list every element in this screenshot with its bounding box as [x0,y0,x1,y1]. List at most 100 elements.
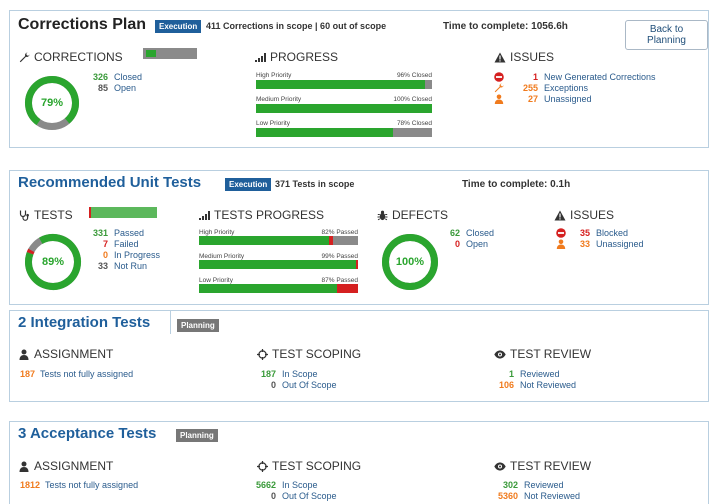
tests-heading-label: TESTS [34,208,73,222]
open-label[interactable]: Open [466,239,488,249]
progress-fill [199,284,338,293]
defects-closed-stat[interactable]: 62 Closed [438,228,494,238]
user-icon [18,349,30,360]
issue-new-generated[interactable]: 1 New Generated Corrections [494,72,656,82]
out-of-scope-stat[interactable]: 0 Out Of Scope [250,380,337,390]
warning-icon [494,52,506,63]
issue-label[interactable]: New Generated Corrections [544,72,656,82]
not-assigned-stat[interactable]: 1812 Tests not fully assigned [20,480,138,490]
in-scope-count: 187 [260,369,276,379]
not-assigned-count: 187 [20,369,36,379]
back-to-planning-button[interactable]: Back to Planning [625,20,708,50]
defects-heading: DEFECTS [376,208,448,222]
reviewed-label[interactable]: Reviewed [520,369,560,379]
not-reviewed-stat[interactable]: 5360 Not Reviewed [488,491,580,501]
issue-count: 33 [579,239,590,249]
progress-fill [256,128,394,137]
issue-label[interactable]: Unassigned [544,94,592,104]
not-assigned-count: 1812 [20,480,41,490]
not-reviewed-stat[interactable]: 106 Not Reviewed [488,380,576,390]
out-of-scope-stat[interactable]: 0 Out Of Scope [250,491,337,501]
reviewed-label[interactable]: Reviewed [524,480,564,490]
open-count: 85 [97,83,108,93]
low-priority-label: Low Priority [256,120,290,127]
issue-label[interactable]: Blocked [596,228,628,238]
corrections-closed-stat[interactable]: 326 Closed [78,72,142,82]
acceptance-tests-title: 3 Acceptance Tests [18,425,157,442]
in-scope-count: 5662 [255,480,276,490]
low-priority-pct: 87% Passed [321,277,359,284]
passed-count: 331 [92,228,108,238]
open-count: 0 [454,239,460,249]
execution-badge: Execution [155,20,202,33]
not-reviewed-label[interactable]: Not Reviewed [524,491,580,501]
reviewed-stat[interactable]: 302 Reviewed [488,480,564,490]
integration-tests-title: 2 Integration Tests [18,314,151,331]
issue-exceptions[interactable]: 255 Exceptions [494,83,588,93]
eye-icon [494,350,506,359]
person-icon [556,239,566,249]
tests-passed-stat[interactable]: 331 Passed [78,228,144,238]
closed-count: 62 [449,228,460,238]
in-scope-label[interactable]: In Scope [282,480,318,490]
test-scoping-heading-label: TEST SCOPING [272,347,362,361]
corrections-percent: 79% [40,97,64,109]
passed-label[interactable]: Passed [114,228,144,238]
corrections-heading: CORRECTIONS [18,50,123,64]
issues-heading-label: ISSUES [570,208,615,222]
issue-unassigned[interactable]: 33 Unassigned [556,239,644,249]
in-progress-label[interactable]: In Progress [114,250,160,260]
tests-mini-bar [89,207,157,218]
issue-unassigned[interactable]: 27 Unassigned [494,94,592,104]
closed-label[interactable]: Closed [466,228,494,238]
test-review-heading: TEST REVIEW [494,459,591,473]
in-scope-stat[interactable]: 187 In Scope [250,369,318,379]
tests-failed-stat[interactable]: 7 Failed [78,239,139,249]
corrections-open-stat[interactable]: 85 Open [78,83,136,93]
crosshair-icon [256,460,268,472]
test-scoping-heading: TEST SCOPING [256,347,361,361]
signal-bars-icon [254,52,266,62]
high-priority-pct: 82% Passed [321,229,359,236]
stethoscope-icon [18,210,30,221]
out-of-scope-label[interactable]: Out Of Scope [282,491,337,501]
progress-fill [256,80,425,89]
no-entry-icon [494,72,504,82]
not-assigned-label[interactable]: Tests not fully assigned [45,480,138,490]
time-to-complete: Time to complete: 0.1h [462,179,571,190]
medium-priority-progress-bar [256,104,432,113]
in-scope-stat[interactable]: 5662 In Scope [250,480,318,490]
low-priority-progress-bar [199,284,358,293]
in-scope-label[interactable]: In Scope [282,369,318,379]
issue-blocked[interactable]: 35 Blocked [556,228,628,238]
not-run-label[interactable]: Not Run [114,261,147,271]
issue-count: 255 [522,83,538,93]
issue-label[interactable]: Unassigned [596,239,644,249]
out-of-scope-label[interactable]: Out Of Scope [282,380,337,390]
failed-segment [337,284,358,293]
test-scoping-heading-label: TEST SCOPING [272,459,362,473]
not-reviewed-count: 106 [498,380,514,390]
tests-in-progress-stat[interactable]: 0 In Progress [78,250,160,260]
tests-not-run-stat[interactable]: 33 Not Run [78,261,147,271]
issue-label[interactable]: Exceptions [544,83,588,93]
not-assigned-label[interactable]: Tests not fully assigned [40,369,133,379]
not-reviewed-count: 5360 [497,491,518,501]
acceptance-tests-panel: 3 Acceptance Tests Planning ASSIGNMENT 1… [9,421,709,504]
failed-label[interactable]: Failed [114,239,139,249]
progress-fill [199,260,357,269]
assignment-heading-label: ASSIGNMENT [34,459,114,473]
issues-heading: ISSUES [494,50,554,64]
signal-bars-icon [198,210,210,220]
bug-icon [376,210,388,221]
corrections-mini-bar [143,48,197,59]
defects-open-stat[interactable]: 0 Open [438,239,488,249]
closed-label[interactable]: Closed [114,72,142,82]
user-icon [18,461,30,472]
reviewed-stat[interactable]: 1 Reviewed [488,369,560,379]
out-of-scope-count: 0 [270,491,276,501]
not-assigned-stat[interactable]: 187 Tests not fully assigned [20,369,133,379]
open-label[interactable]: Open [114,83,136,93]
not-reviewed-label[interactable]: Not Reviewed [520,380,576,390]
integration-tests-panel: 2 Integration Tests Planning ASSIGNMENT … [9,310,709,402]
